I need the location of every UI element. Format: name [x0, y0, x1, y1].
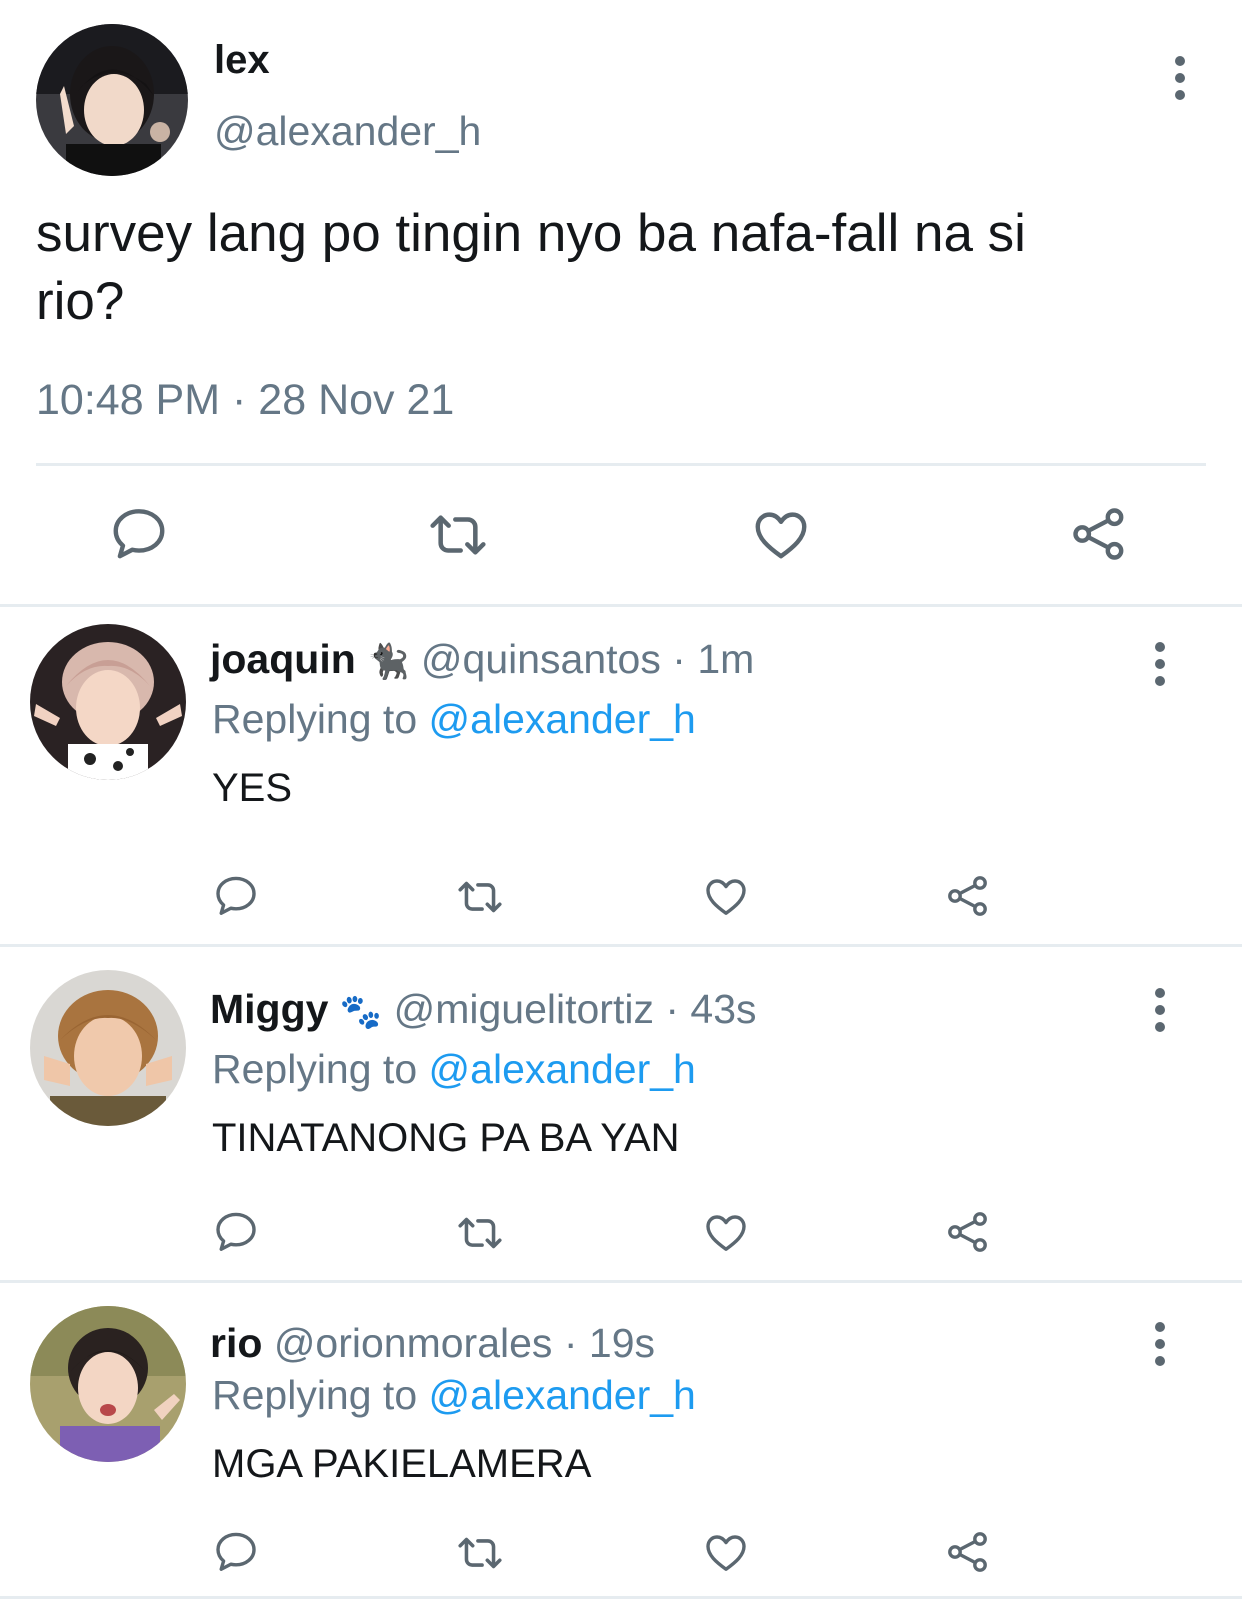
retweet-icon[interactable]: [455, 1528, 505, 1578]
reply-text: YES: [212, 766, 293, 810]
retweet-icon[interactable]: [426, 503, 490, 567]
reply-handle[interactable]: @orionmorales: [274, 1320, 553, 1366]
reply-icon[interactable]: [212, 872, 260, 920]
reply-handle[interactable]: @quinsantos: [421, 636, 661, 682]
replying-to-link[interactable]: @alexander_h: [429, 1372, 696, 1418]
share-icon[interactable]: [944, 1528, 992, 1576]
reply-header: rio @orionmorales · 19s: [210, 1320, 655, 1367]
share-icon[interactable]: [944, 872, 992, 920]
tweet-text: survey lang po tingin nyo ba nafa-fall n…: [36, 200, 1026, 336]
tweet-timestamp[interactable]: 10:48 PM · 28 Nov 21: [36, 376, 454, 425]
reply-display-name[interactable]: Miggy: [210, 986, 328, 1032]
reply-icon[interactable]: [108, 503, 170, 565]
avatar[interactable]: [30, 1306, 186, 1462]
reply-display-name[interactable]: joaquin: [210, 636, 356, 682]
replying-to-line: Replying to @alexander_h: [212, 1372, 696, 1419]
separator-dot: ·: [665, 986, 680, 1032]
divider: [36, 463, 1206, 466]
reply-text: MGA PAKIELAMERA: [212, 1442, 592, 1486]
separator-dot: ·: [232, 376, 247, 424]
author-display-name[interactable]: lex: [214, 38, 270, 83]
reply-icon[interactable]: [212, 1528, 260, 1576]
heart-icon[interactable]: [702, 872, 750, 920]
reply-header: joaquin 🐈‍⬛ @quinsantos · 1m: [210, 636, 754, 683]
divider: [0, 1280, 1242, 1283]
divider: [0, 604, 1242, 607]
avatar-photo: [36, 24, 188, 176]
heart-icon[interactable]: [750, 503, 812, 565]
avatar[interactable]: [30, 970, 186, 1126]
separator-dot: ·: [672, 636, 686, 682]
divider: [0, 944, 1242, 947]
avatar-photo: [30, 624, 186, 780]
replying-to-prefix: Replying to: [212, 1372, 418, 1418]
avatar[interactable]: [30, 624, 186, 780]
reply-age: 19s: [588, 1320, 656, 1366]
reply-text: TINATANONG PA BA YAN: [212, 1116, 680, 1160]
retweet-icon[interactable]: [455, 872, 505, 922]
reply-header: Miggy 🐾 @miguelitortiz · 43s: [210, 986, 757, 1033]
more-options-icon[interactable]: [1170, 56, 1190, 106]
tweet-time: 10:48 PM: [36, 376, 221, 424]
replying-to-line: Replying to @alexander_h: [212, 1046, 696, 1093]
separator-dot: ·: [563, 1320, 578, 1366]
more-options-icon[interactable]: [1150, 642, 1170, 692]
replying-to-link[interactable]: @alexander_h: [429, 696, 696, 742]
avatar-photo: [30, 970, 186, 1126]
reply-handle[interactable]: @miguelitortiz: [394, 986, 654, 1032]
reply-icon[interactable]: [212, 1208, 260, 1256]
avatar[interactable]: [36, 24, 188, 176]
reply-age: 1m: [697, 636, 755, 682]
name-emoji: 🐈‍⬛: [367, 643, 410, 681]
avatar-photo: [30, 1306, 186, 1462]
tweet-text-line: rio?: [36, 272, 125, 331]
tweet-date: 28 Nov 21: [258, 376, 455, 424]
more-options-icon[interactable]: [1150, 988, 1170, 1038]
replying-to-line: Replying to @alexander_h: [212, 696, 696, 743]
heart-icon[interactable]: [702, 1208, 750, 1256]
more-options-icon[interactable]: [1150, 1322, 1170, 1372]
tweet-text-line: survey lang po tingin nyo ba nafa-fall n…: [36, 204, 1026, 263]
divider: [0, 1596, 1242, 1599]
reply-age: 43s: [690, 986, 757, 1032]
share-icon[interactable]: [1068, 503, 1130, 565]
share-icon[interactable]: [944, 1208, 992, 1256]
retweet-icon[interactable]: [455, 1208, 505, 1258]
replying-to-prefix: Replying to: [212, 696, 418, 742]
reply-display-name[interactable]: rio: [210, 1320, 262, 1366]
name-emoji: 🐾: [339, 993, 383, 1031]
heart-icon[interactable]: [702, 1528, 750, 1576]
replying-to-prefix: Replying to: [212, 1046, 418, 1092]
author-handle[interactable]: @alexander_h: [214, 108, 481, 155]
replying-to-link[interactable]: @alexander_h: [429, 1046, 696, 1092]
